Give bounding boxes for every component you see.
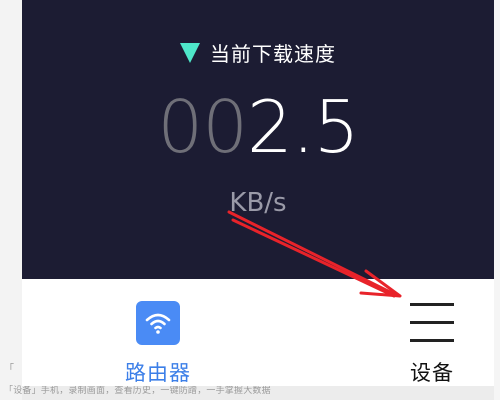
speed-panel: 当前下载速度 002.5 KB/s	[22, 0, 494, 279]
background-page-edge	[0, 0, 22, 400]
bottom-tab-bar: 路由器 设备	[22, 279, 494, 386]
screenshot-stage: 「 「设备」手机，录制画面，查看历史，一键防蹭，一手掌握大数据 当前下载速度 0…	[0, 0, 500, 400]
speed-leading-zeros: 00	[157, 85, 248, 169]
background-text-line: 「	[4, 364, 15, 375]
background-page-edge-right	[494, 0, 500, 400]
speed-unit: KB/s	[229, 188, 287, 218]
wifi-icon	[136, 301, 180, 345]
menu-icon	[410, 301, 454, 342]
tab-device-label: 设备	[410, 361, 454, 385]
speed-title: 当前下载速度	[210, 42, 336, 66]
download-speed-value: 002.5	[22, 82, 494, 172]
speed-number: 2.5	[247, 85, 360, 169]
tab-device[interactable]: 设备	[392, 301, 472, 386]
speed-header: 当前下载速度	[22, 38, 494, 67]
tab-router[interactable]: 路由器	[117, 301, 199, 386]
app-screen: 当前下载速度 002.5 KB/s 路由器 设备	[22, 0, 494, 386]
triangle-down-icon	[180, 42, 200, 63]
tab-router-label: 路由器	[125, 361, 191, 385]
